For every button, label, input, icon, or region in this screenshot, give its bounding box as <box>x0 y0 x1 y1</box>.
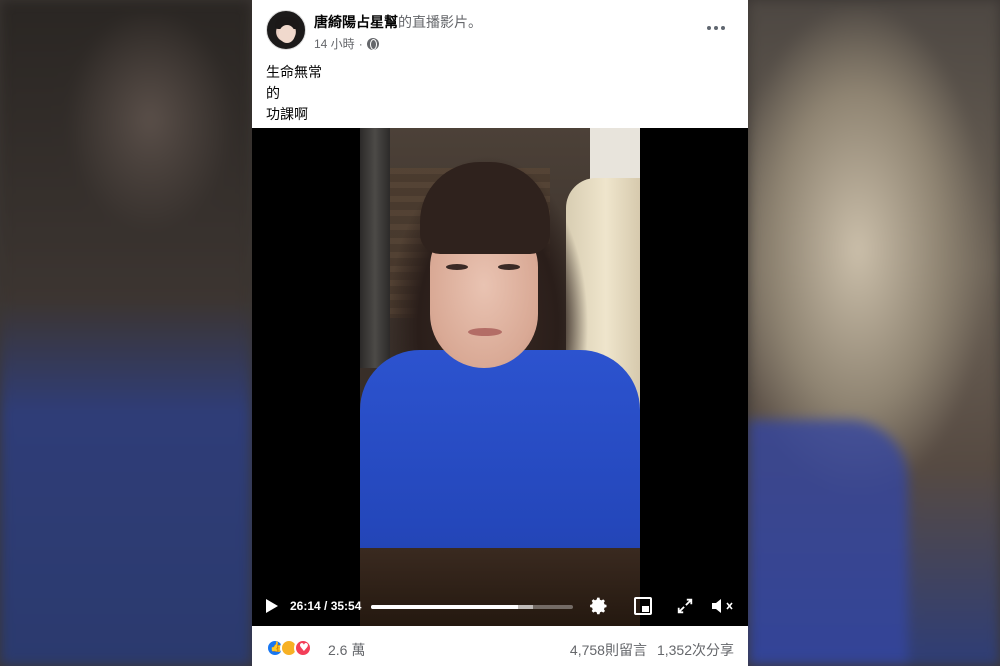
reactions[interactable] <box>266 639 312 657</box>
video-progress-bar[interactable] <box>371 605 573 609</box>
post-header: 唐綺陽占星幫的直播影片。 14 小時 · <box>252 0 748 58</box>
volume-muted-icon[interactable] <box>710 596 736 616</box>
shares-count[interactable]: 1,352次分享 <box>657 640 734 660</box>
love-icon <box>294 639 312 657</box>
video-frame[interactable] <box>360 128 640 626</box>
play-icon[interactable] <box>266 599 278 613</box>
caption-line: 的 <box>266 85 280 101</box>
caption-line: 功課啊 <box>266 106 308 122</box>
video-player[interactable]: 26:14 / 35:54 <box>252 128 748 626</box>
video-time: 26:14 / 35:54 <box>290 599 362 613</box>
post-meta: 14 小時 · <box>314 35 379 52</box>
backdrop-left <box>0 0 252 666</box>
avatar[interactable] <box>266 10 306 50</box>
facebook-post: 唐綺陽占星幫的直播影片。 14 小時 · 生命無常 的 功課啊 26:14 / … <box>252 0 748 666</box>
post-stats: 4,758則留言 1,352次分享 <box>570 640 734 660</box>
picture-in-picture-icon[interactable] <box>634 597 652 615</box>
author-name[interactable]: 唐綺陽占星幫 <box>314 14 398 30</box>
more-dots-icon <box>707 26 711 30</box>
video-controls: 26:14 / 35:54 <box>252 590 748 624</box>
backdrop-right <box>748 0 1000 666</box>
post-author: 唐綺陽占星幫的直播影片。 <box>314 12 482 32</box>
gear-icon[interactable] <box>589 596 609 616</box>
fullscreen-icon[interactable] <box>676 597 694 615</box>
more-options-button[interactable] <box>702 18 730 38</box>
caption-line: 生命無常 <box>266 64 322 80</box>
post-footer: 2.6 萬 4,758則留言 1,352次分享 <box>252 626 748 666</box>
comments-count[interactable]: 4,758則留言 <box>570 640 647 660</box>
globe-icon <box>366 37 379 50</box>
post-timestamp[interactable]: 14 小時 <box>314 35 355 52</box>
post-caption: 生命無常 的 功課啊 <box>266 62 322 125</box>
author-suffix: 的直播影片。 <box>398 14 482 30</box>
reactions-count[interactable]: 2.6 萬 <box>328 640 365 660</box>
